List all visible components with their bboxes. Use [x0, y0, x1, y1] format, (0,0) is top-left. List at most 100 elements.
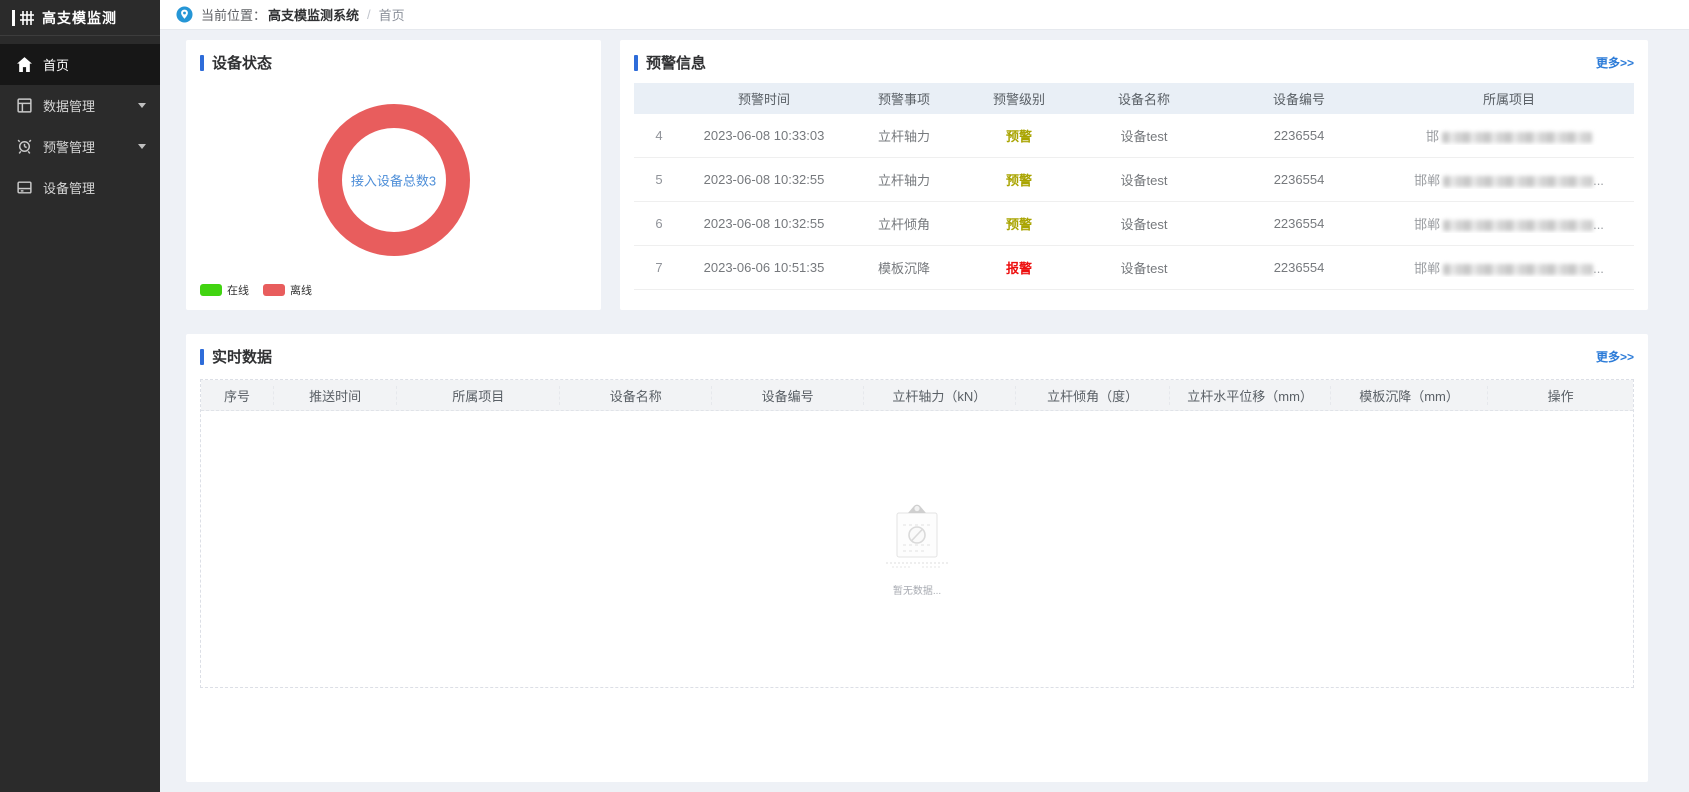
column-header: 预警时间 — [684, 89, 844, 108]
logo-grid-icon — [19, 10, 35, 26]
no-data-icon — [884, 501, 950, 576]
row-index: 5 — [634, 172, 684, 187]
warning-time: 2023-06-08 10:32:55 — [684, 216, 844, 231]
project-visible-text: 邯郸 — [1414, 217, 1440, 232]
offline-swatch-icon — [263, 284, 285, 296]
location-pin-icon — [176, 6, 193, 23]
warning-item: 立杆倾角 — [844, 214, 964, 233]
project-ellipsis: ... — [1593, 217, 1604, 232]
realtime-more-link[interactable]: 更多>> — [1596, 348, 1634, 365]
title-bar-icon — [634, 55, 638, 71]
column-header: 预警事项 — [844, 89, 964, 108]
warning-item: 立杆轴力 — [844, 126, 964, 145]
redacted-bar — [1442, 132, 1592, 143]
warning-level-badge: 报警 — [964, 258, 1074, 277]
row-index: 6 — [634, 216, 684, 231]
column-header: 推送时间 — [274, 386, 397, 405]
warning-table: 预警时间 预警事项 预警级别 设备名称 设备编号 所属项目 4 2023-06-… — [634, 83, 1634, 290]
breadcrumb-current: 首页 — [379, 5, 405, 24]
column-header: 模板沉降（mm） — [1331, 386, 1489, 405]
sidebar-item-device-management[interactable]: 设备管理 — [0, 167, 160, 208]
sidebar-item-label: 首页 — [43, 55, 69, 74]
column-header: 立杆倾角（度） — [1016, 386, 1171, 405]
donut-center-label: 接入设备总数3 — [351, 171, 436, 190]
sidebar-item-label: 设备管理 — [43, 178, 95, 197]
project-name: 邯 — [1384, 126, 1634, 145]
online-swatch-icon — [200, 284, 222, 296]
title-bar-icon — [200, 55, 204, 71]
warning-time: 2023-06-08 10:33:03 — [684, 128, 844, 143]
column-header: 操作 — [1488, 386, 1633, 405]
device-code: 2236554 — [1214, 172, 1384, 187]
device-code: 2236554 — [1214, 216, 1384, 231]
warning-table-header: 预警时间 预警事项 预警级别 设备名称 设备编号 所属项目 — [634, 83, 1634, 114]
home-icon — [16, 56, 33, 73]
warning-more-link[interactable]: 更多>> — [1596, 54, 1634, 71]
warning-info-title: 预警信息 — [646, 52, 706, 73]
column-header: 设备名称 — [1074, 89, 1214, 108]
sidebar-item-label: 预警管理 — [43, 137, 95, 156]
breadcrumb-system-link[interactable]: 高支模监测系统 — [268, 5, 359, 24]
device-name: 设备test — [1074, 214, 1214, 233]
logo-bar-icon — [12, 10, 15, 26]
content: 设备状态 接入设备总数3 在线 离线 — [160, 30, 1689, 782]
sidebar-item-label: 数据管理 — [43, 96, 95, 115]
device-name: 设备test — [1074, 126, 1214, 145]
column-header: 预警级别 — [964, 89, 1074, 108]
project-name: 邯郸... — [1384, 170, 1634, 189]
sidebar: 高支模监测 首页 数据管理 — [0, 0, 160, 792]
breadcrumb-separator: / — [367, 7, 371, 22]
realtime-table-header: 序号 推送时间 所属项目 设备名称 设备编号 立杆轴力（kN） 立杆倾角（度） … — [201, 380, 1633, 411]
chevron-down-icon — [138, 103, 146, 108]
sidebar-item-home[interactable]: 首页 — [0, 44, 160, 85]
sidebar-menu: 首页 数据管理 — [0, 36, 160, 208]
sidebar-item-warning-management[interactable]: 预警管理 — [0, 126, 160, 167]
device-name: 设备test — [1074, 258, 1214, 277]
project-name: 邯郸... — [1384, 214, 1634, 233]
donut-legend: 在线 离线 — [200, 282, 312, 298]
column-header: 设备编号 — [712, 386, 864, 405]
device-status-title: 设备状态 — [212, 52, 272, 73]
device-code: 2236554 — [1214, 128, 1384, 143]
main-area: 当前位置： 高支模监测系统 / 首页 设备状态 接入设备总数3 — [160, 0, 1689, 792]
column-header: 序号 — [201, 386, 274, 405]
column-header: 立杆轴力（kN） — [864, 386, 1016, 405]
warning-level-badge: 预警 — [964, 126, 1074, 145]
project-ellipsis: ... — [1593, 173, 1604, 188]
legend-item-online: 在线 — [200, 282, 249, 298]
project-visible-text: 邯郸 — [1414, 261, 1440, 276]
warning-level-badge: 预警 — [964, 214, 1074, 233]
project-visible-text: 邯 — [1426, 129, 1439, 144]
device-name: 设备test — [1074, 170, 1214, 189]
table-row: 4 2023-06-08 10:33:03 立杆轴力 预警 设备test 223… — [634, 114, 1634, 158]
realtime-data-panel: 实时数据 更多>> 序号 推送时间 所属项目 设备名称 设备编号 立杆轴力（kN… — [186, 334, 1648, 782]
title-bar-icon — [200, 349, 204, 365]
empty-state: 暂无数据... — [884, 501, 950, 597]
redacted-bar — [1443, 176, 1593, 187]
device-code: 2236554 — [1214, 260, 1384, 275]
app-title: 高支模监测 — [42, 8, 117, 28]
warning-time: 2023-06-08 10:32:55 — [684, 172, 844, 187]
realtime-data-title: 实时数据 — [212, 346, 272, 367]
legend-item-offline: 离线 — [263, 282, 312, 298]
table-row: 7 2023-06-06 10:51:35 模板沉降 报警 设备test 223… — [634, 246, 1634, 290]
sidebar-item-data-management[interactable]: 数据管理 — [0, 85, 160, 126]
warning-level-badge: 预警 — [964, 170, 1074, 189]
data-management-icon — [16, 97, 33, 114]
alarm-management-icon — [16, 138, 33, 155]
device-management-icon — [16, 179, 33, 196]
column-header: 所属项目 — [397, 386, 560, 405]
column-header: 设备编号 — [1214, 89, 1384, 108]
table-row: 6 2023-06-08 10:32:55 立杆倾角 预警 设备test 223… — [634, 202, 1634, 246]
project-name: 邯郸... — [1384, 258, 1634, 277]
table-row: 5 2023-06-08 10:32:55 立杆轴力 预警 设备test 223… — [634, 158, 1634, 202]
row-index: 4 — [634, 128, 684, 143]
warning-time: 2023-06-06 10:51:35 — [684, 260, 844, 275]
warning-table-body: 4 2023-06-08 10:33:03 立杆轴力 预警 设备test 223… — [634, 114, 1634, 290]
warning-item: 模板沉降 — [844, 258, 964, 277]
row-index: 7 — [634, 260, 684, 275]
realtime-table-body: 暂无数据... — [201, 411, 1633, 687]
project-visible-text: 邯郸 — [1414, 173, 1440, 188]
warning-item: 立杆轴力 — [844, 170, 964, 189]
device-status-donut-chart: 接入设备总数3 — [318, 104, 470, 256]
